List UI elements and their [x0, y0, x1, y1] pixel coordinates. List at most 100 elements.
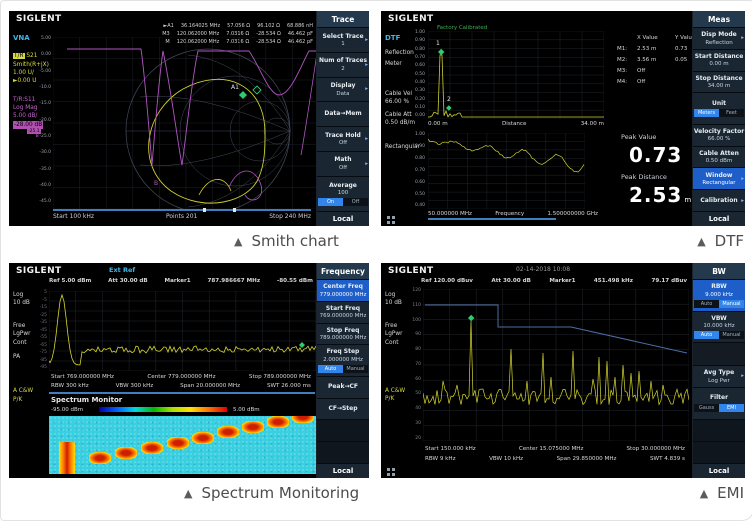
menu-item-center-freq[interactable]: Center Freq779.000000 MHz — [317, 280, 369, 301]
tick-label: 110 — [412, 304, 421, 309]
menu-item-freq-step[interactable]: Freq Step2.000000 MHzAutoManual — [317, 345, 369, 375]
menu-item-filter[interactable]: Filter GaussEMI — [693, 388, 745, 419]
menu-item-average[interactable]: Average100OnOff — [317, 177, 369, 211]
row-field: Start 150.000 kHz — [425, 446, 476, 452]
menu-item-blank — [693, 343, 745, 364]
tick-label: 30 — [415, 422, 421, 427]
spectrum-monitor-title: Spectrum Monitor — [51, 396, 122, 404]
toggle-option-off[interactable]: Off — [343, 198, 368, 206]
menu-item-calibration[interactable]: Calibration▸ — [693, 190, 745, 211]
svg-text:2: 2 — [447, 96, 451, 103]
menu-item-toggle[interactable]: AutoManual — [694, 300, 744, 308]
toggle-option-auto[interactable]: Auto — [318, 365, 343, 373]
frequency-slider[interactable] — [53, 209, 311, 211]
toggle-option-on[interactable]: On — [318, 198, 343, 206]
menu-item-velocity-factor[interactable]: Velocity Factor66.00 % — [693, 125, 745, 146]
menu-items: Disp ModeReflection▸Start Distance0.00 m… — [693, 28, 745, 211]
caption-emi: ▲ EMI — [700, 484, 744, 502]
menu-item-toggle[interactable]: AutoManual — [318, 365, 368, 373]
menu-item-rbw[interactable]: RBW9.000 kHzAutoManual — [693, 280, 745, 311]
ext-ref-indicator: Ext Ref — [109, 266, 135, 274]
toggle-option-meters[interactable]: Meters — [694, 109, 719, 117]
tick-label: 1.00 — [415, 133, 425, 138]
toggle-option-gauss[interactable]: Gauss — [694, 404, 719, 412]
tick-label: 0.80 — [415, 48, 425, 53]
chevron-right-icon: ▸ — [365, 62, 368, 68]
menu-item-toggle[interactable]: OnOff — [318, 198, 368, 206]
menu-item-value: 9.000 kHz — [705, 292, 733, 298]
menu-item-toggle[interactable]: AutoManual — [694, 331, 744, 339]
waterfall-signal-blob — [59, 442, 75, 474]
softkey-menu-meas: MeasDisp ModeReflection▸Start Distance0.… — [692, 11, 745, 226]
menu-item-display[interactable]: DisplayData▸ — [317, 78, 369, 102]
chevron-right-icon: ▸ — [741, 198, 744, 204]
menu-item-num-of-traces[interactable]: Num of Traces2▸ — [317, 53, 369, 77]
menu-item-stop-distance[interactable]: Stop Distance34.00 m — [693, 72, 745, 93]
menu-item-math[interactable]: MathOff▸ — [317, 152, 369, 176]
caption-spectrum-monitoring: ▲ Spectrum Monitoring — [184, 484, 359, 502]
lower-y-ticks: 1.000.900.800.700.600.500.40 — [411, 133, 425, 209]
toggle-option-manual[interactable]: Manual — [719, 331, 744, 339]
caption-label: Smith chart — [251, 232, 338, 250]
screenshot-grid-icon[interactable] — [387, 468, 390, 471]
table-cell: M3: — [617, 68, 637, 74]
tick-label: 5 — [44, 291, 47, 296]
local-button[interactable]: Local — [317, 212, 369, 226]
menu-item-unit[interactable]: UnitMetersFeet — [693, 93, 745, 123]
trace-b-ref-marker: -25.1B — [27, 129, 41, 140]
toggle-option-manual[interactable]: Manual — [719, 300, 744, 308]
menu-item-avg-type[interactable]: Avg TypeLog Pwr▸ — [693, 366, 745, 387]
menu-title: Trace — [317, 11, 369, 27]
menu-item-disp-mode[interactable]: Disp ModeReflection▸ — [693, 28, 745, 49]
row-field: Stop 789.000000 MHz — [249, 374, 311, 380]
local-button[interactable]: Local — [693, 212, 745, 226]
menu-item-window[interactable]: WindowRectangular▸ — [693, 168, 745, 189]
menu-item-label: Math — [334, 156, 351, 164]
tick-label: -15 — [40, 306, 47, 311]
waterfall-signal-blob — [217, 426, 239, 438]
peak-value-label: Peak Value — [621, 133, 656, 141]
menu-item-cable-atten[interactable]: Cable Atten0.50 dBm — [693, 147, 745, 168]
tick-label: 0.00 — [41, 53, 51, 58]
tick-label: 0.60 — [415, 64, 425, 69]
menu-item-select-trace[interactable]: Select Trace1▸ — [317, 28, 369, 52]
toggle-option-auto[interactable]: Auto — [694, 300, 719, 308]
tick-label: 0.60 — [415, 181, 425, 186]
toggle-option-feet[interactable]: Feet — [719, 109, 744, 117]
panel-spectrum-monitoring: SIGLENT Ext Ref Ref 5.00 dBmAtt 30.00 dB… — [9, 263, 369, 478]
menu-item-toggle[interactable]: MetersFeet — [694, 109, 744, 117]
chevron-right-icon: ▸ — [365, 161, 368, 167]
menu-items: Select Trace1▸Num of Traces2▸DisplayData… — [317, 28, 369, 211]
menu-item-peak-cf[interactable]: Peak→CF — [317, 377, 369, 398]
toggle-option-auto[interactable]: Auto — [694, 331, 719, 339]
local-button[interactable]: Local — [693, 464, 745, 478]
caption-label: EMI — [717, 484, 744, 502]
menu-item-label: CF→Step — [328, 405, 357, 413]
table-cell: M2: — [617, 57, 637, 63]
menu-item-vbw[interactable]: VBW10.000 kHzAutoManual — [693, 312, 745, 343]
menu-item-cf-step[interactable]: CF→Step — [317, 399, 369, 420]
amplitude-header: Ref 120.00 dBuvAtt 30.00 dBMarker1451.49… — [421, 278, 687, 284]
menu-item-value: 1 — [341, 41, 345, 47]
tick-label: -30.0 — [39, 151, 51, 156]
tick-label: -25.0 — [39, 135, 51, 140]
frequency-slider[interactable] — [428, 218, 556, 220]
menu-item-start-distance[interactable]: Start Distance0.00 m — [693, 50, 745, 71]
menu-item-toggle[interactable]: GaussEMI — [694, 404, 744, 412]
menu-item-trace-hold[interactable]: Trace HoldOff▸ — [317, 127, 369, 151]
local-button[interactable]: Local — [317, 464, 369, 478]
row-field: VBW 300 kHz — [116, 383, 154, 389]
toggle-option-emi[interactable]: EMI — [719, 404, 744, 412]
menu-item-label: Num of Traces — [319, 57, 367, 65]
menu-item-stop-freq[interactable]: Stop Freq789.000000 MHz — [317, 324, 369, 345]
table-cell: Off — [637, 79, 675, 85]
menu-item-data-mem[interactable]: Data→Mem — [317, 102, 369, 126]
screenshot-grid-icon[interactable] — [387, 216, 390, 219]
chevron-right-icon: ▸ — [741, 373, 744, 379]
tick-label: -40.0 — [39, 184, 51, 189]
toggle-option-manual[interactable]: Manual — [343, 365, 368, 373]
menu-item-value: 0.50 dBm — [706, 158, 733, 164]
menu-item-start-freq[interactable]: Start Freq769.000000 MHz — [317, 302, 369, 323]
menu-item-label: Filter — [710, 394, 728, 402]
tick-label: -65 — [40, 344, 47, 349]
